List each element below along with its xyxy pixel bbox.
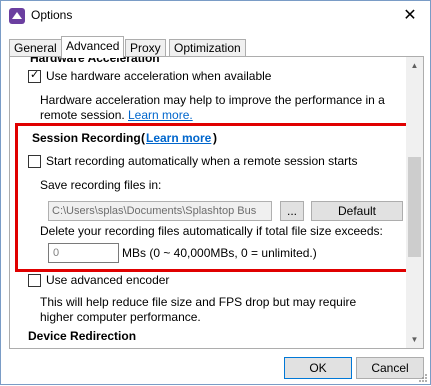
tab-optimization[interactable]: Optimization — [169, 39, 246, 57]
options-window: Options ✕ General Advanced Proxy Optimiz… — [0, 0, 431, 385]
title-bar: Options ✕ — [1, 1, 430, 31]
session-recording-heading: Session Recording — [32, 131, 141, 145]
tab-advanced[interactable]: Advanced — [61, 36, 125, 58]
hardware-acceleration-desc-line2: remote session. — [40, 108, 125, 122]
hardware-acceleration-checkbox[interactable]: ✓ — [28, 69, 41, 83]
advanced-encoder-desc-line1: This will help reduce file size and FPS … — [40, 295, 357, 309]
heading-paren-open: ( — [141, 131, 145, 145]
scrollbar-thumb[interactable] — [408, 157, 421, 257]
auto-record-label: Start recording automatically when a rem… — [46, 154, 358, 168]
advanced-encoder-desc-line2: higher computer performance. — [40, 310, 201, 324]
size-limit-hint: MBs (0 ~ 40,000MBs, 0 = unlimited.) — [122, 246, 317, 260]
vertical-scrollbar[interactable]: ▲ ▼ — [406, 57, 423, 348]
advanced-encoder-checkbox[interactable] — [28, 274, 41, 287]
scroll-down-arrow-icon[interactable]: ▼ — [406, 331, 423, 348]
window-title: Options — [31, 8, 73, 22]
advanced-panel: Hardware Acceleration ✓ Use hardware acc… — [9, 56, 424, 349]
checkmark-icon: ✓ — [30, 69, 40, 81]
cancel-button[interactable]: Cancel — [356, 357, 424, 379]
ok-button[interactable]: OK — [284, 357, 352, 379]
tab-general[interactable]: General — [9, 39, 62, 57]
tab-proxy[interactable]: Proxy — [125, 39, 166, 57]
default-path-button[interactable]: Default — [311, 201, 403, 221]
browse-button[interactable]: ... — [280, 201, 304, 221]
hardware-acceleration-desc-line1: Hardware acceleration may help to improv… — [40, 93, 385, 107]
close-icon[interactable]: ✕ — [390, 1, 430, 31]
save-path-field[interactable]: C:\Users\splas\Documents\Splashtop Bus — [48, 201, 272, 221]
advanced-encoder-label: Use advanced encoder — [46, 273, 170, 287]
auto-record-checkbox[interactable] — [28, 155, 41, 168]
hardware-learn-more-link[interactable]: Learn more. — [128, 108, 193, 122]
scroll-up-arrow-icon[interactable]: ▲ — [406, 57, 423, 74]
resize-grip-icon[interactable] — [418, 372, 428, 382]
auto-delete-label: Delete your recording files automaticall… — [40, 224, 383, 238]
splashtop-app-icon — [9, 8, 25, 24]
session-recording-learn-more-link[interactable]: Learn more — [146, 131, 211, 145]
hardware-acceleration-label: Use hardware acceleration when available — [46, 69, 272, 83]
size-limit-input[interactable]: 0 — [48, 243, 119, 263]
device-redirection-heading: Device Redirection — [28, 329, 137, 343]
heading-paren-close: ) — [213, 131, 217, 145]
save-location-label: Save recording files in: — [40, 178, 162, 192]
